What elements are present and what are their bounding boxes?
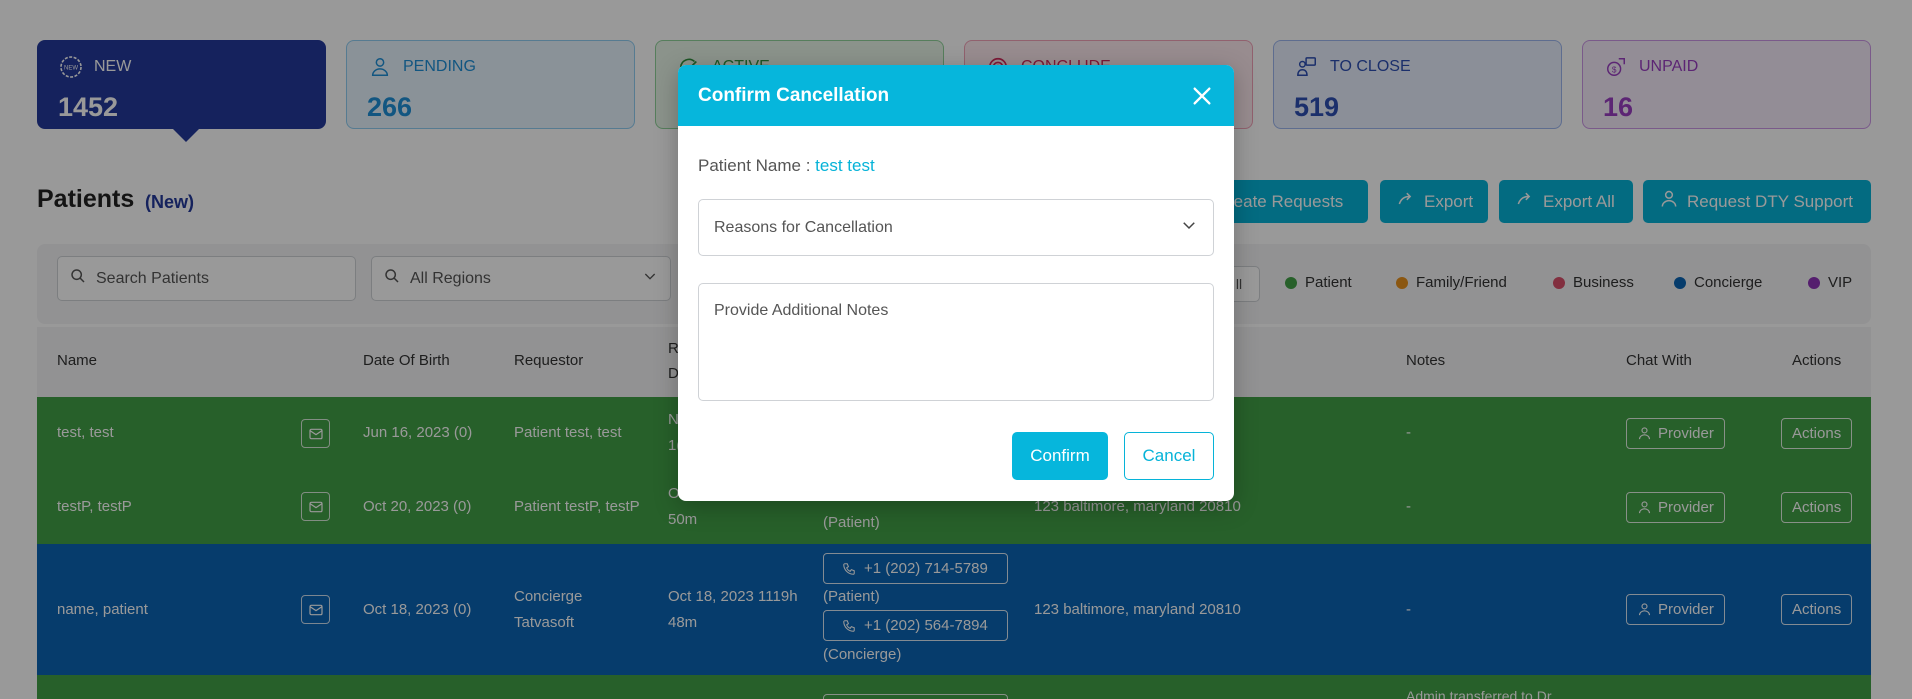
confirm-button[interactable]: Confirm bbox=[1012, 432, 1108, 480]
patient-name: Patient Name : test test bbox=[698, 156, 875, 176]
confirm-label: Confirm bbox=[1030, 446, 1090, 465]
modal-header: Confirm Cancellation bbox=[678, 65, 1234, 126]
patient-name-label: Patient Name : bbox=[698, 156, 816, 175]
reason-placeholder: Reasons for Cancellation bbox=[714, 218, 893, 236]
cancel-label: Cancel bbox=[1142, 446, 1196, 465]
modal-title: Confirm Cancellation bbox=[698, 84, 890, 106]
cancellation-reason-select[interactable]: Reasons for Cancellation bbox=[698, 199, 1214, 256]
cancel-button[interactable]: Cancel bbox=[1124, 432, 1214, 480]
additional-notes-textarea[interactable] bbox=[698, 283, 1214, 401]
confirm-cancellation-modal: Confirm Cancellation Patient Name : test… bbox=[678, 65, 1234, 501]
chevron-down-icon bbox=[1180, 216, 1198, 239]
close-icon[interactable] bbox=[1188, 82, 1216, 110]
patient-name-value: test test bbox=[815, 156, 875, 175]
